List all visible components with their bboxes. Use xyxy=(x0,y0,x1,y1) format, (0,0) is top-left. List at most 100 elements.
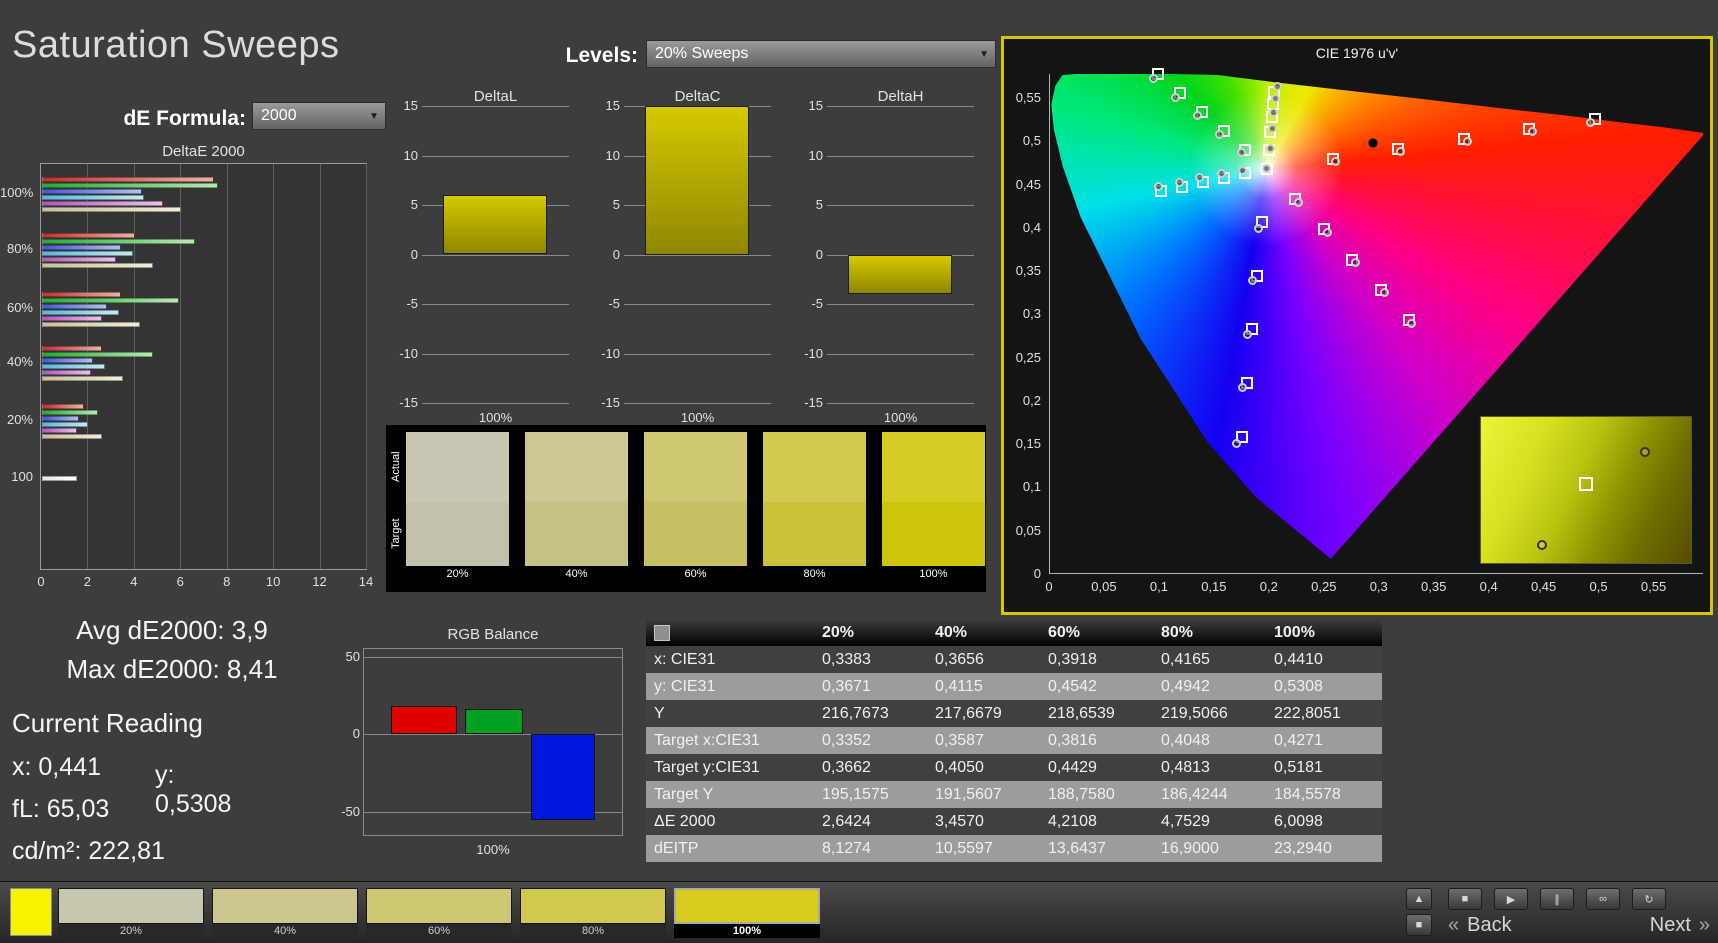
y-tick-label: 5 xyxy=(410,197,418,212)
stop-patch-icon: ■ xyxy=(1415,919,1423,931)
table-cell: 0,5181 xyxy=(1274,759,1323,776)
target-swatch xyxy=(644,502,747,566)
deltae-y-tick-label: 100 xyxy=(11,469,33,484)
inset-square-marker xyxy=(1579,477,1593,492)
grid-line xyxy=(827,353,974,355)
actual-swatch xyxy=(644,432,747,502)
deltae-bar-magenta xyxy=(42,427,77,433)
table-row: dEITP 8,1274 10,5597 13,6437 16,9000 23,2940 xyxy=(646,835,1382,862)
deltae-bar-white xyxy=(42,475,77,481)
stop-patch-button[interactable]: ■ xyxy=(1406,914,1432,936)
taskbar-patch-100%[interactable]: 100% xyxy=(674,888,820,938)
play-button[interactable]: ▶ xyxy=(1494,888,1528,910)
deltae-bar-blue xyxy=(42,357,94,363)
measured-yellow-point xyxy=(1269,107,1279,117)
pause-button[interactable]: ∥ xyxy=(1540,888,1574,910)
measured-cyan-point xyxy=(1153,182,1163,192)
deltae-y-tick-label: 80% xyxy=(6,241,33,256)
table-header-corner xyxy=(646,619,816,646)
back-chevron-icon[interactable]: « xyxy=(1448,914,1459,937)
cie-x-tick-label: 0,45 xyxy=(1530,579,1557,594)
page-title: Saturation Sweeps xyxy=(12,24,340,66)
patch-column-label: 100% xyxy=(919,568,948,580)
taskbar-patch-60%[interactable]: 60% xyxy=(366,888,512,938)
patch-column-label: 40% xyxy=(565,568,588,580)
patch-label: 80% xyxy=(520,924,666,938)
grid-line xyxy=(827,106,974,107)
patch-color-swatch xyxy=(674,888,820,924)
measured-blue-point xyxy=(1242,329,1252,339)
table-cell: 218,6539 xyxy=(1048,705,1115,722)
y-tick-label: -5 xyxy=(406,296,418,311)
table-cell: 6,0098 xyxy=(1274,813,1323,830)
back-button[interactable]: Back xyxy=(1467,914,1511,937)
table-cell: 0,3587 xyxy=(935,732,984,749)
y-tick-label: 10 xyxy=(403,147,418,163)
deltae-bar-yellow xyxy=(42,321,140,327)
grid-line xyxy=(422,353,569,355)
table-row: Target x:CIE31 0,3352 0,3587 0,3816 0,4048 0,… xyxy=(646,727,1382,754)
cie-y-tick-label: 0,2 xyxy=(1022,392,1041,408)
delta-c-bar xyxy=(645,106,749,255)
table-cell: 0,3662 xyxy=(822,759,871,776)
patch-color-swatch xyxy=(58,888,204,924)
grid-line xyxy=(624,254,771,256)
cie-x-tick-label: 0,4 xyxy=(1479,579,1498,594)
measured-blue-point xyxy=(1231,438,1241,448)
deltae-bar-magenta xyxy=(42,369,91,375)
levels-dropdown[interactable]: 20% Sweeps ▼ xyxy=(646,40,996,68)
table-column-header: 20% xyxy=(822,624,855,641)
cie-y-tick-label: 0,3 xyxy=(1022,306,1041,322)
measured-yellow-point xyxy=(1267,124,1277,134)
cie-y-tick-label: 0,15 xyxy=(1015,436,1041,452)
table-column-header: 60% xyxy=(1048,624,1081,641)
y-tick-label: -10 xyxy=(399,345,418,361)
delta-l-title: DeltaL xyxy=(473,88,518,105)
table-cell: 195,1575 xyxy=(822,786,889,803)
cie-x-tick-label: 0,3 xyxy=(1369,579,1388,594)
de-formula-dropdown[interactable]: 2000 ▼ xyxy=(252,102,386,130)
deltae-bar-red xyxy=(42,176,214,182)
scroll-up-button[interactable]: ▲ xyxy=(1406,888,1432,910)
grid-line xyxy=(827,205,974,206)
deltae-bar-cyan xyxy=(42,194,145,200)
rgb-balance-title: RGB Balance xyxy=(447,626,539,643)
summary-stats: Avg dE2000: 3,9 Max dE2000: 8,41 xyxy=(12,615,332,693)
loop-button[interactable]: ∞ xyxy=(1586,888,1620,910)
grid-line xyxy=(422,155,569,157)
table-cell: 13,6437 xyxy=(1048,840,1106,857)
table-cell: 0,4050 xyxy=(935,759,984,776)
grid-line xyxy=(422,254,569,256)
y-tick-label: -50 xyxy=(341,803,360,819)
repeat-button[interactable]: ↻ xyxy=(1632,888,1666,910)
deltae-bar-green xyxy=(42,182,219,188)
target-swatch xyxy=(406,502,509,566)
delta-l-bar xyxy=(443,195,547,255)
deltae-bar-yellow xyxy=(42,206,182,212)
y-tick-label: 15 xyxy=(605,98,620,113)
pause-icon: ∥ xyxy=(1554,893,1560,906)
play-icon: ▶ xyxy=(1506,893,1516,906)
target-swatch xyxy=(763,502,866,566)
table-cell: 2,6424 xyxy=(822,813,871,830)
patch-label: 100% xyxy=(674,924,820,938)
stop-button[interactable]: ■ xyxy=(1448,888,1482,910)
table-cell: 0,4165 xyxy=(1161,651,1210,668)
table-handle-icon xyxy=(654,624,670,641)
deltae-bar-cyan xyxy=(42,421,89,427)
taskbar-patch-40%[interactable]: 40% xyxy=(212,888,358,938)
cie-x-tick-label: 0,35 xyxy=(1421,579,1447,594)
taskbar-patch-80%[interactable]: 80% xyxy=(520,888,666,938)
taskbar-patch-20%[interactable]: 20% xyxy=(58,888,204,938)
deltae-bar-blue xyxy=(42,244,121,250)
y-tick-label: -10 xyxy=(601,345,620,361)
measured-magenta-point xyxy=(1322,227,1332,237)
next-button[interactable]: Next xyxy=(1650,914,1691,937)
deltae-bar-red xyxy=(42,403,84,409)
rgb-balance-xlabel: 100% xyxy=(476,842,510,857)
next-chevron-icon[interactable]: » xyxy=(1699,914,1710,937)
deltae-y-axis: 100% 80% 60% 40% 20% 100 xyxy=(0,163,37,570)
table-cell: 0,3671 xyxy=(822,678,871,695)
measured-green-point xyxy=(1214,130,1224,140)
delta-l-xlabel: 100% xyxy=(478,410,513,425)
